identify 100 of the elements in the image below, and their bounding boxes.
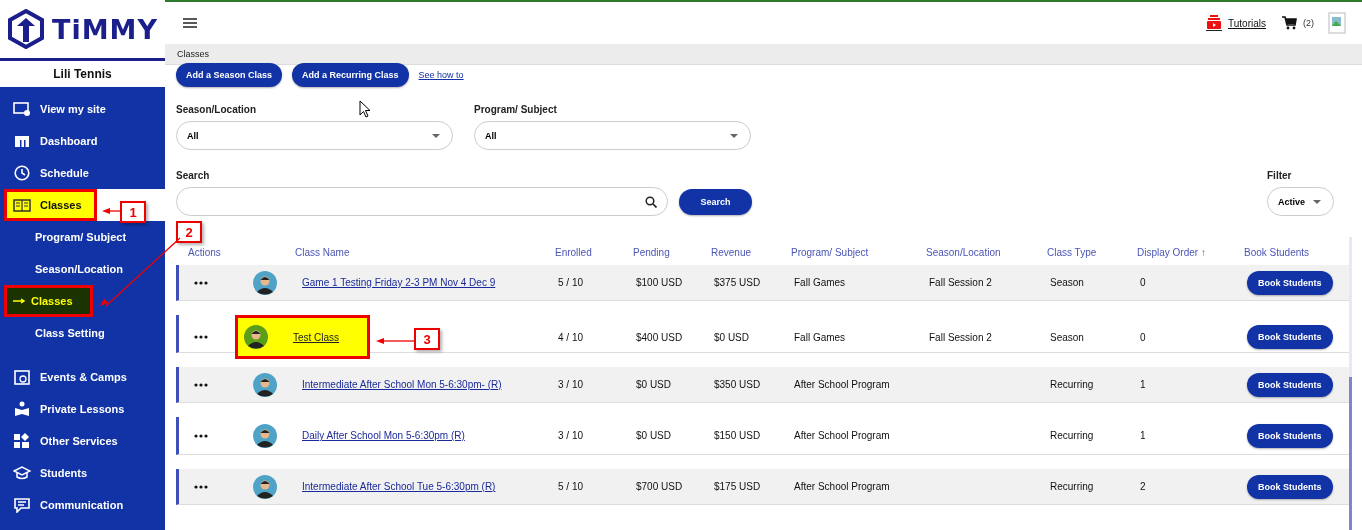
avatar-icon xyxy=(244,325,268,349)
more-icon[interactable] xyxy=(194,280,208,285)
table-cell-text: 4 / 10 xyxy=(558,331,585,343)
sidebar-item[interactable]: Private Lessons xyxy=(0,393,165,425)
more-icon[interactable] xyxy=(194,433,208,438)
class-name-link[interactable]: Daily After School Mon 5-6:30pm (R) xyxy=(302,430,465,441)
clock-icon xyxy=(13,165,31,181)
filter-label: Program/ Subject xyxy=(474,104,557,115)
more-icon[interactable] xyxy=(194,382,208,387)
book-students-button[interactable]: Book Students xyxy=(1247,325,1333,349)
tutorials-link[interactable]: Tutorials xyxy=(1228,17,1266,29)
class-name-link[interactable]: Intermediate After School Mon 5-6:30pm- (R) xyxy=(302,379,502,390)
video-icon xyxy=(1206,15,1222,31)
logo-icon xyxy=(8,9,44,49)
broken-image-icon[interactable] xyxy=(1328,12,1346,34)
table-cell-text: $175 USD xyxy=(714,481,762,492)
avatar-icon xyxy=(253,372,277,397)
callout-number: 1 xyxy=(120,201,146,223)
table-cell-text: 1 xyxy=(1140,430,1147,441)
breadcrumb: Classes xyxy=(177,49,209,59)
column-header[interactable]: Enrolled xyxy=(555,247,633,258)
table-cell-text: Fall Games xyxy=(794,331,847,343)
table-cell-text: 1 xyxy=(1140,379,1147,390)
table-cell-text: $375 USD xyxy=(714,277,762,288)
add-class-button[interactable]: Add a Season Class xyxy=(176,63,283,87)
table-cell-text: $700 USD xyxy=(636,481,684,492)
callout-number: 2 xyxy=(176,221,202,243)
column-header[interactable]: Pending xyxy=(633,247,711,258)
book-students-button[interactable]: Book Students xyxy=(1247,270,1333,295)
column-header[interactable]: Class Name xyxy=(246,247,555,258)
cart-count: (2) xyxy=(1303,18,1314,28)
sidebar-item[interactable]: View my site xyxy=(0,93,165,125)
dashboard-icon xyxy=(13,133,31,149)
menu-icon[interactable] xyxy=(183,18,197,28)
search-icon xyxy=(645,195,657,208)
sidebar-item[interactable]: Students xyxy=(0,457,165,489)
mouse-cursor-icon xyxy=(359,100,371,118)
see-how-link[interactable]: See how to xyxy=(418,70,464,80)
table-cell-text: $0 USD xyxy=(636,430,672,441)
table-cell-text: Season xyxy=(1050,331,1085,343)
callout-arrow xyxy=(102,208,121,214)
column-header[interactable]: Program/ Subject xyxy=(791,247,926,258)
sidebar-item[interactable]: Schedule xyxy=(0,157,165,189)
caret-icon xyxy=(432,133,440,138)
column-header[interactable]: Display Order ↑ xyxy=(1137,247,1244,258)
sidebar-subitem[interactable]: Class Setting xyxy=(0,317,165,349)
add-class-button[interactable]: Add a Recurring Class xyxy=(292,63,409,87)
sidebar-subitem[interactable]: Program/ Subject xyxy=(0,221,165,253)
table-cell-text: Fall Session 2 xyxy=(929,277,993,288)
table-cell-text: 0 xyxy=(1140,331,1147,343)
table-cell-text: 5 / 10 xyxy=(558,277,585,288)
table-cell-text: Recurring xyxy=(1050,379,1095,390)
chat-icon xyxy=(13,497,31,513)
search-label: Search xyxy=(176,170,210,181)
scrollbar[interactable] xyxy=(1349,377,1352,530)
sidebar-item[interactable]: Other Services xyxy=(0,425,165,457)
monitor-icon xyxy=(13,101,31,117)
sidebar-item[interactable]: Dashboard xyxy=(0,125,165,157)
book-students-button[interactable]: Book Students xyxy=(1247,474,1333,499)
callout-arrow xyxy=(376,338,415,344)
table-cell-text: $150 USD xyxy=(714,430,762,441)
more-icon[interactable] xyxy=(194,484,208,489)
more-icon[interactable] xyxy=(194,335,208,339)
column-header[interactable]: Revenue xyxy=(711,247,791,258)
table-cell-text: Fall Session 2 xyxy=(929,331,993,343)
table-cell-text: $0 USD xyxy=(636,379,672,390)
book-students-button[interactable]: Book Students xyxy=(1247,372,1333,397)
table-cell-text: $400 USD xyxy=(636,331,684,343)
class-name-link[interactable]: Test Class xyxy=(293,331,340,343)
table-cell-text: $350 USD xyxy=(714,379,762,390)
table-cell-text: 0 xyxy=(1140,277,1147,288)
avatar-icon xyxy=(253,270,277,295)
table-cell-text: Season xyxy=(1050,277,1085,288)
class-name-link[interactable]: Game 1 Testing Friday 2-3 PM Nov 4 Dec 9 xyxy=(302,277,496,288)
table-cell-text: After School Program xyxy=(794,481,891,492)
table-cell-text: Recurring xyxy=(1050,430,1095,441)
table-cell-text: $100 USD xyxy=(636,277,684,288)
sidebar-subitem[interactable]: Season/Location xyxy=(0,253,165,285)
reader-icon xyxy=(13,401,31,417)
cart-icon[interactable] xyxy=(1282,16,1297,30)
sidebar-item[interactable]: Events & Camps xyxy=(0,361,165,393)
calendar-icon xyxy=(13,369,31,385)
sidebar-item[interactable]: Communication xyxy=(0,489,165,521)
table-cell-text: 5 / 10 xyxy=(558,481,585,492)
graduation-cap-icon xyxy=(13,465,31,481)
search-button[interactable]: Search xyxy=(679,188,752,215)
column-header[interactable]: Season/Location xyxy=(926,247,1047,258)
caret-icon xyxy=(730,133,738,138)
book-students-button[interactable]: Book Students xyxy=(1247,423,1333,448)
class-name-link[interactable]: Intermediate After School Tue 5-6:30pm (R) xyxy=(302,481,496,492)
table-cell-text: 3 / 10 xyxy=(558,379,585,390)
table-cell-text: Recurring xyxy=(1050,481,1095,492)
book-icon xyxy=(13,197,31,213)
column-header[interactable]: Book Students xyxy=(1244,247,1349,258)
table-cell-text: 3 / 10 xyxy=(558,430,585,441)
table-cell-text: $0 USD xyxy=(714,331,750,343)
column-header[interactable]: Class Type xyxy=(1047,247,1137,258)
filter-label: Filter xyxy=(1267,170,1292,181)
column-header: Actions xyxy=(187,247,222,258)
caret-icon xyxy=(1313,199,1321,204)
